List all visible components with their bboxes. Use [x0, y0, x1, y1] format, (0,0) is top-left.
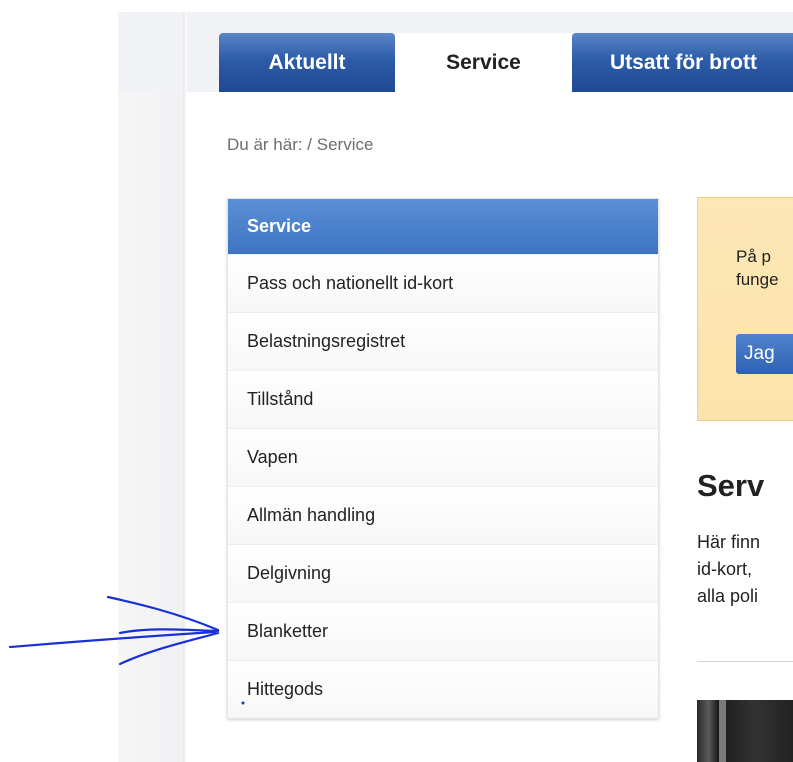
hand-drawn-arrow-icon — [8, 595, 245, 705]
arrow-head-upper — [106, 595, 220, 632]
arrow-shaft — [8, 630, 217, 649]
ink-dot — [241, 701, 245, 705]
